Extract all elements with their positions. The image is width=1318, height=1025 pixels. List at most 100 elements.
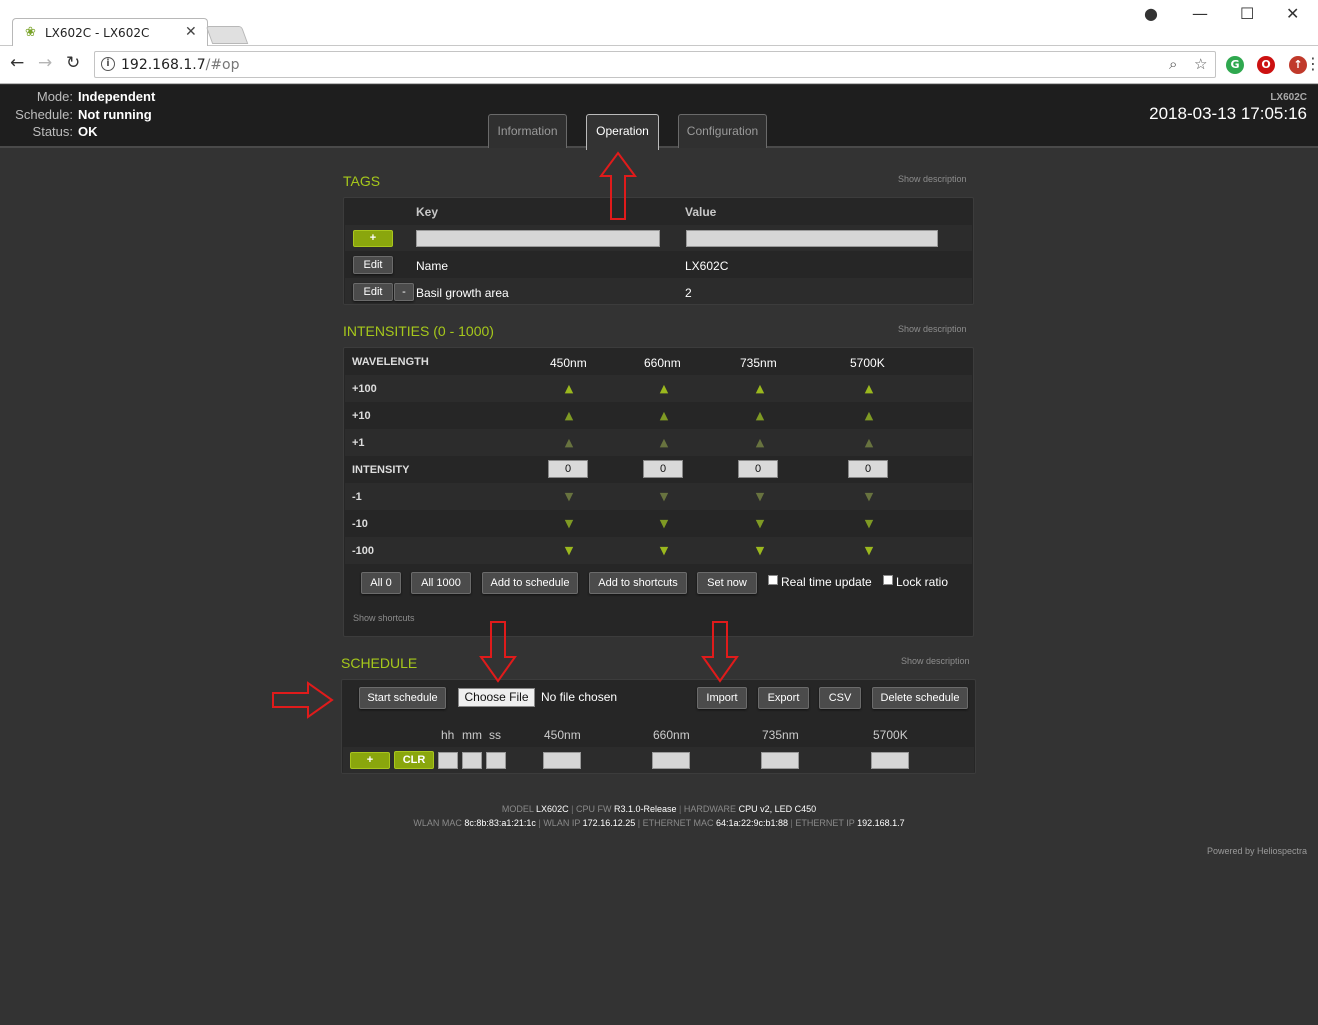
export-button[interactable]: Export	[758, 687, 809, 709]
footer-model: LX602C	[536, 804, 569, 814]
address-bar[interactable]: i 192.168.1.7/#op ⌕ ☆	[94, 51, 1216, 78]
lock-ratio-label: Lock ratio	[896, 575, 949, 589]
lock-ratio-checkbox[interactable]	[883, 575, 893, 585]
increase-100-icon[interactable]: ▲	[859, 382, 879, 395]
url-host: 192.168.1.7	[121, 57, 206, 73]
decrease-100-icon[interactable]: ▼	[859, 544, 879, 557]
edit-tag-button[interactable]: Edit	[353, 283, 393, 301]
grammarly-extension-icon[interactable]: G	[1226, 56, 1244, 74]
close-window-icon[interactable]: ✕	[1286, 4, 1299, 23]
zoom-icon[interactable]: ⌕	[1169, 55, 1177, 73]
ss-input[interactable]	[486, 752, 506, 769]
add-schedule-entry-button[interactable]: +	[350, 752, 390, 769]
status-value: Not running	[78, 107, 152, 122]
decrease-10-icon[interactable]: ▼	[859, 517, 879, 530]
schedule-intensity-input[interactable]	[543, 752, 581, 769]
add-to-shortcuts-button[interactable]: Add to shortcuts	[589, 572, 687, 594]
intensity-input[interactable]: 0	[643, 460, 683, 478]
minimize-icon[interactable]: —	[1192, 4, 1208, 23]
info-icon[interactable]: i	[101, 57, 115, 71]
browser-menu-icon[interactable]: ⋮	[1305, 54, 1318, 73]
intensities-show-description[interactable]: Show description	[898, 324, 967, 334]
decrease-100-icon[interactable]: ▼	[654, 544, 674, 557]
maximize-icon[interactable]: ☐	[1240, 4, 1254, 23]
url-path: /#op	[205, 57, 240, 73]
decrease-1-icon[interactable]: ▼	[559, 490, 579, 503]
set-now-button[interactable]: Set now	[697, 572, 757, 594]
new-tag-value-input[interactable]	[686, 230, 938, 247]
edit-tag-button[interactable]: Edit	[353, 256, 393, 274]
tag-value: LX602C	[685, 259, 729, 273]
tags-panel: Key Value + Edit Name LX602C Edit - Basi…	[343, 197, 974, 305]
clear-schedule-entry-button[interactable]: CLR	[394, 751, 434, 769]
footer-network-info: WLAN MAC 8c:8b:83:a1:21:1c | WLAN IP 172…	[413, 818, 905, 828]
csv-button[interactable]: CSV	[819, 687, 861, 709]
increase-1-icon[interactable]: ▲	[654, 436, 674, 449]
back-icon[interactable]: ←	[10, 53, 24, 73]
reload-icon[interactable]: ↻	[66, 53, 80, 73]
tab-operation[interactable]: Operation	[586, 114, 659, 150]
hh-input[interactable]	[438, 752, 458, 769]
browser-tab[interactable]: ❀ LX602C - LX602C ✕	[12, 18, 208, 47]
increase-1-icon[interactable]: ▲	[559, 436, 579, 449]
add-to-schedule-button[interactable]: Add to schedule	[482, 572, 578, 594]
schedule-show-description[interactable]: Show description	[901, 656, 970, 666]
decrease-1-icon[interactable]: ▼	[859, 490, 879, 503]
tab-configuration[interactable]: Configuration	[678, 114, 767, 148]
star-icon[interactable]: ☆	[1194, 55, 1207, 73]
increase-100-icon[interactable]: ▲	[750, 382, 770, 395]
intensity-input[interactable]: 0	[548, 460, 588, 478]
increase-10-icon[interactable]: ▲	[859, 409, 879, 422]
col-mm: mm	[462, 728, 482, 742]
forward-icon[interactable]: →	[38, 53, 52, 73]
increase-10-icon[interactable]: ▲	[654, 409, 674, 422]
profile-icon[interactable]: ●	[1144, 4, 1158, 23]
wavelength-header: 5700K	[850, 356, 885, 370]
new-tag-key-input[interactable]	[416, 230, 660, 247]
increase-100-icon[interactable]: ▲	[654, 382, 674, 395]
new-tab-button[interactable]	[205, 26, 249, 44]
increase-100-icon[interactable]: ▲	[559, 382, 579, 395]
decrease-1-icon[interactable]: ▼	[654, 490, 674, 503]
intensity-input[interactable]: 0	[848, 460, 888, 478]
schedule-intensity-input[interactable]	[652, 752, 690, 769]
add-tag-button[interactable]: +	[353, 230, 393, 247]
all-1000-button[interactable]: All 1000	[411, 572, 471, 594]
tab-title: LX602C - LX602C	[45, 26, 150, 40]
status-label: Schedule:	[15, 107, 73, 122]
tags-show-description[interactable]: Show description	[898, 174, 967, 184]
decrease-10-icon[interactable]: ▼	[654, 517, 674, 530]
close-tab-icon[interactable]: ✕	[185, 24, 197, 40]
device-name: LX602C	[1270, 92, 1307, 103]
decrease-10-icon[interactable]: ▼	[559, 517, 579, 530]
import-button[interactable]: Import	[697, 687, 747, 709]
all-0-button[interactable]: All 0	[361, 572, 401, 594]
decrease-100-icon[interactable]: ▼	[750, 544, 770, 557]
schedule-intensity-input[interactable]	[871, 752, 909, 769]
decrease-10-icon[interactable]: ▼	[750, 517, 770, 530]
remove-tag-button[interactable]: -	[394, 283, 414, 301]
choose-file-button[interactable]: Choose File	[458, 688, 535, 707]
opera-extension-icon[interactable]: O	[1257, 56, 1275, 74]
show-shortcuts-link[interactable]: Show shortcuts	[353, 613, 415, 623]
annotation-up-arrow	[599, 151, 637, 220]
realtime-update-checkbox[interactable]	[768, 575, 778, 585]
schedule-wavelength-header: 450nm	[544, 728, 581, 742]
step-label: -10	[352, 518, 368, 530]
schedule-intensity-input[interactable]	[761, 752, 799, 769]
mm-input[interactable]	[462, 752, 482, 769]
delete-schedule-button[interactable]: Delete schedule	[872, 687, 968, 709]
tag-key: Name	[416, 259, 449, 273]
start-schedule-button[interactable]: Start schedule	[359, 687, 446, 709]
intensity-label: INTENSITY	[352, 464, 410, 476]
tab-information[interactable]: Information	[488, 114, 567, 148]
footer-wlan-ip: 172.16.12.25	[582, 818, 636, 828]
increase-10-icon[interactable]: ▲	[559, 409, 579, 422]
intensity-input[interactable]: 0	[738, 460, 778, 478]
increase-1-icon[interactable]: ▲	[750, 436, 770, 449]
powered-by: Powered by Heliospectra	[1206, 846, 1307, 856]
decrease-1-icon[interactable]: ▼	[750, 490, 770, 503]
decrease-100-icon[interactable]: ▼	[559, 544, 579, 557]
increase-10-icon[interactable]: ▲	[750, 409, 770, 422]
increase-1-icon[interactable]: ▲	[859, 436, 879, 449]
